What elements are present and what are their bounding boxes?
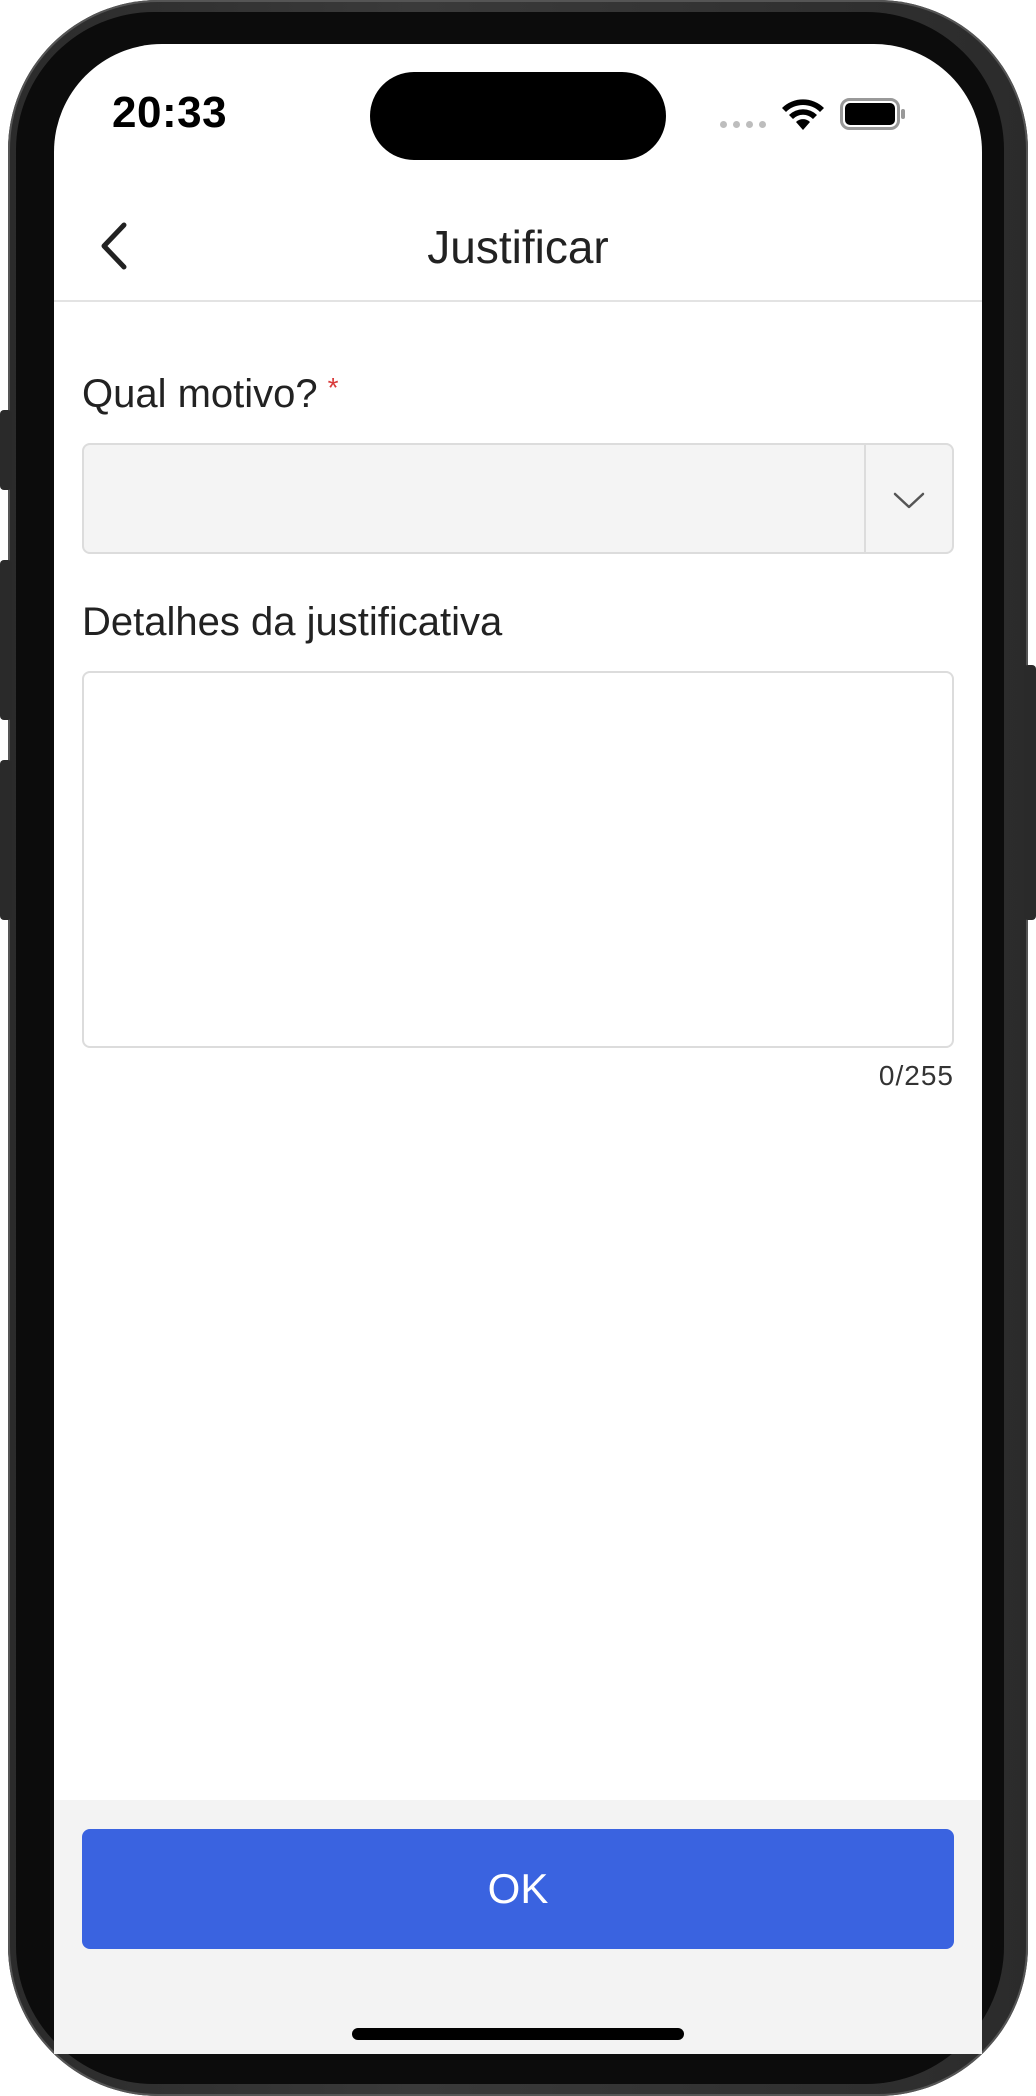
status-time: 20:33 <box>112 88 228 137</box>
side-button-action <box>0 410 12 490</box>
reason-label-text: Qual motivo? <box>82 372 318 416</box>
side-button-volume-down <box>0 760 12 920</box>
navigation-bar: Justificar <box>54 196 982 302</box>
chevron-down-icon[interactable] <box>892 483 926 517</box>
side-button-power <box>1024 665 1036 920</box>
wifi-icon <box>782 99 824 130</box>
dynamic-island <box>370 72 666 160</box>
required-marker: * <box>327 372 339 403</box>
cellular-signal-icon <box>720 121 766 128</box>
side-button-volume-up <box>0 560 12 720</box>
reason-label: Qual motivo? * <box>82 372 339 417</box>
details-label: Detalhes da justificativa <box>82 600 503 644</box>
screen <box>54 44 982 2054</box>
character-counter: 0/255 <box>878 1060 954 1091</box>
ok-button[interactable]: OK <box>82 1829 954 1949</box>
home-indicator[interactable] <box>352 2028 684 2040</box>
page-title: Justificar <box>427 221 609 273</box>
details-textarea[interactable] <box>82 671 954 1048</box>
select-divider <box>864 445 866 552</box>
reason-select[interactable] <box>82 443 954 554</box>
battery-icon <box>840 98 905 130</box>
